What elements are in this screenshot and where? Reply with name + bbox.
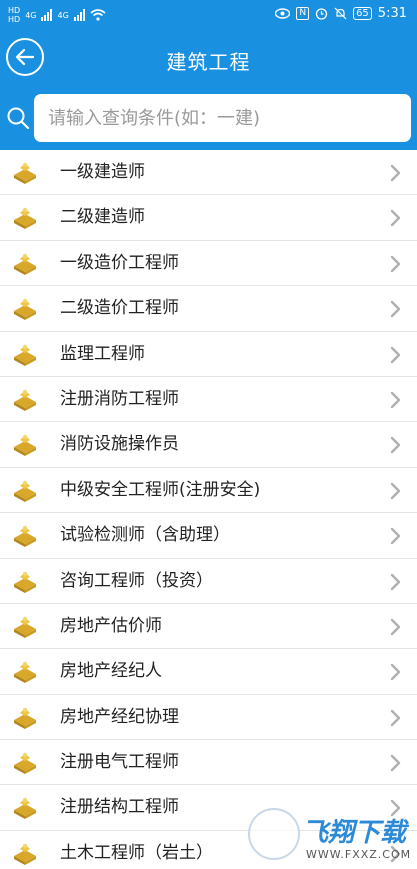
list-item[interactable]: 消防设施操作员 — [0, 422, 417, 468]
list-item-label: 消防设施操作员 — [60, 434, 179, 455]
status-right: N 65 5:31 — [275, 6, 407, 21]
list-item-label: 试验检测师（含助理） — [60, 525, 230, 546]
gold-ingot-icon — [14, 208, 36, 230]
list-item-label: 注册消防工程师 — [60, 388, 179, 409]
list-item[interactable]: 房地产经纪协理 — [0, 694, 417, 741]
list-item-label: 一级建造师 — [60, 162, 145, 182]
chevron-right-icon — [390, 164, 401, 182]
list-item-label: 注册结构工程师 — [60, 797, 179, 818]
list-item[interactable]: 一级造价工程师 — [0, 240, 417, 287]
watermark: 飞翔下载 WWW.FXXZ.COM — [248, 808, 414, 866]
status-left: HD HD 4G 4G — [8, 6, 106, 24]
list-item[interactable]: 咨询工程师（投资） — [0, 558, 417, 604]
chevron-right-icon — [390, 482, 401, 499]
list-item-label: 二级造价工程师 — [60, 298, 179, 319]
alarm-icon — [315, 8, 328, 20]
gold-ingot-icon — [14, 480, 36, 502]
chevron-right-icon — [390, 664, 401, 681]
list-item-label: 一级造价工程师 — [60, 252, 179, 273]
gold-ingot-icon — [14, 843, 36, 865]
gold-ingot-icon — [14, 662, 36, 684]
mute-bell-icon — [334, 7, 347, 20]
status-time: 5:31 — [377, 6, 407, 21]
chevron-right-icon — [390, 754, 401, 772]
gold-ingot-icon — [14, 435, 36, 457]
watermark-logo — [248, 808, 300, 860]
signal-icon-2 — [73, 9, 85, 21]
list-item-label: 二级建造师 — [60, 207, 145, 228]
gold-ingot-icon — [14, 798, 36, 820]
gold-ingot-icon — [14, 525, 36, 548]
signal-icon — [41, 9, 53, 21]
page-title: 建筑工程 — [166, 50, 251, 74]
header: HD HD 4G 4G N 65 5:31 建筑工程 — [0, 0, 417, 150]
chevron-right-icon — [390, 346, 401, 363]
chevron-right-icon — [390, 391, 401, 409]
chevron-right-icon — [390, 437, 401, 454]
chevron-right-icon — [390, 255, 401, 272]
eye-icon — [275, 8, 291, 19]
list-item[interactable]: 一级建造师 — [0, 150, 417, 196]
gold-ingot-icon — [14, 344, 36, 366]
list-item[interactable]: 房地产估价师 — [0, 603, 417, 650]
title-row: 建筑工程 — [0, 38, 417, 82]
search-row — [0, 94, 417, 142]
nfc-icon: N — [296, 7, 310, 20]
list-item[interactable]: 注册消防工程师 — [0, 376, 417, 423]
list-item[interactable]: 监理工程师 — [0, 331, 417, 377]
search-icon[interactable] — [6, 106, 30, 130]
list-item[interactable]: 注册电气工程师 — [0, 740, 417, 786]
chevron-right-icon — [390, 618, 401, 636]
list-item-label: 咨询工程师（投资） — [60, 570, 213, 591]
list-item-label: 土木工程师（岩土） — [60, 842, 213, 863]
chevron-right-icon — [390, 573, 401, 590]
list-item-label: 注册电气工程师 — [60, 752, 179, 773]
gold-ingot-icon — [14, 389, 36, 411]
wifi-icon — [90, 9, 106, 21]
watermark-text: 飞翔下载 — [302, 818, 407, 848]
hd-badge: HD HD — [8, 6, 21, 24]
list-item-label: 房地产估价师 — [60, 615, 162, 636]
list-item-label: 中级安全工程师(注册安全) — [60, 479, 261, 500]
battery-icon: 65 — [353, 7, 372, 20]
list-item-label: 房地产经纪协理 — [60, 706, 179, 727]
chevron-right-icon — [390, 210, 401, 227]
list-item[interactable]: 试验检测师（含助理） — [0, 513, 417, 559]
gold-ingot-icon — [14, 162, 36, 184]
list-item-label: 监理工程师 — [60, 343, 145, 364]
list-item[interactable]: 房地产经纪人 — [0, 649, 417, 695]
status-bar: HD HD 4G 4G N 65 5:31 — [0, 0, 417, 32]
gold-ingot-icon — [14, 707, 36, 729]
chevron-right-icon — [390, 300, 401, 318]
chevron-right-icon — [390, 709, 401, 726]
search-input[interactable] — [34, 94, 411, 142]
gold-ingot-icon — [14, 571, 36, 593]
list-item[interactable]: 中级安全工程师(注册安全) — [0, 467, 417, 514]
category-list: 一级建造师二级建造师一级造价工程师 二级造价工程师 监理工程师注册消防工程师 消防设施… — [0, 150, 417, 869]
network-type-2: 4G — [57, 10, 69, 20]
list-item-label: 房地产经纪人 — [60, 661, 162, 682]
gold-ingot-icon — [14, 298, 36, 321]
gold-ingot-icon — [14, 752, 36, 775]
list-item[interactable]: 二级造价工程师 — [0, 286, 417, 332]
network-type-1: 4G — [25, 10, 37, 20]
watermark-url: WWW.FXXZ.COM — [306, 848, 412, 861]
chevron-right-icon — [390, 527, 401, 545]
gold-ingot-icon — [14, 253, 36, 275]
list-item[interactable]: 二级建造师 — [0, 195, 417, 241]
gold-ingot-icon — [14, 616, 36, 638]
